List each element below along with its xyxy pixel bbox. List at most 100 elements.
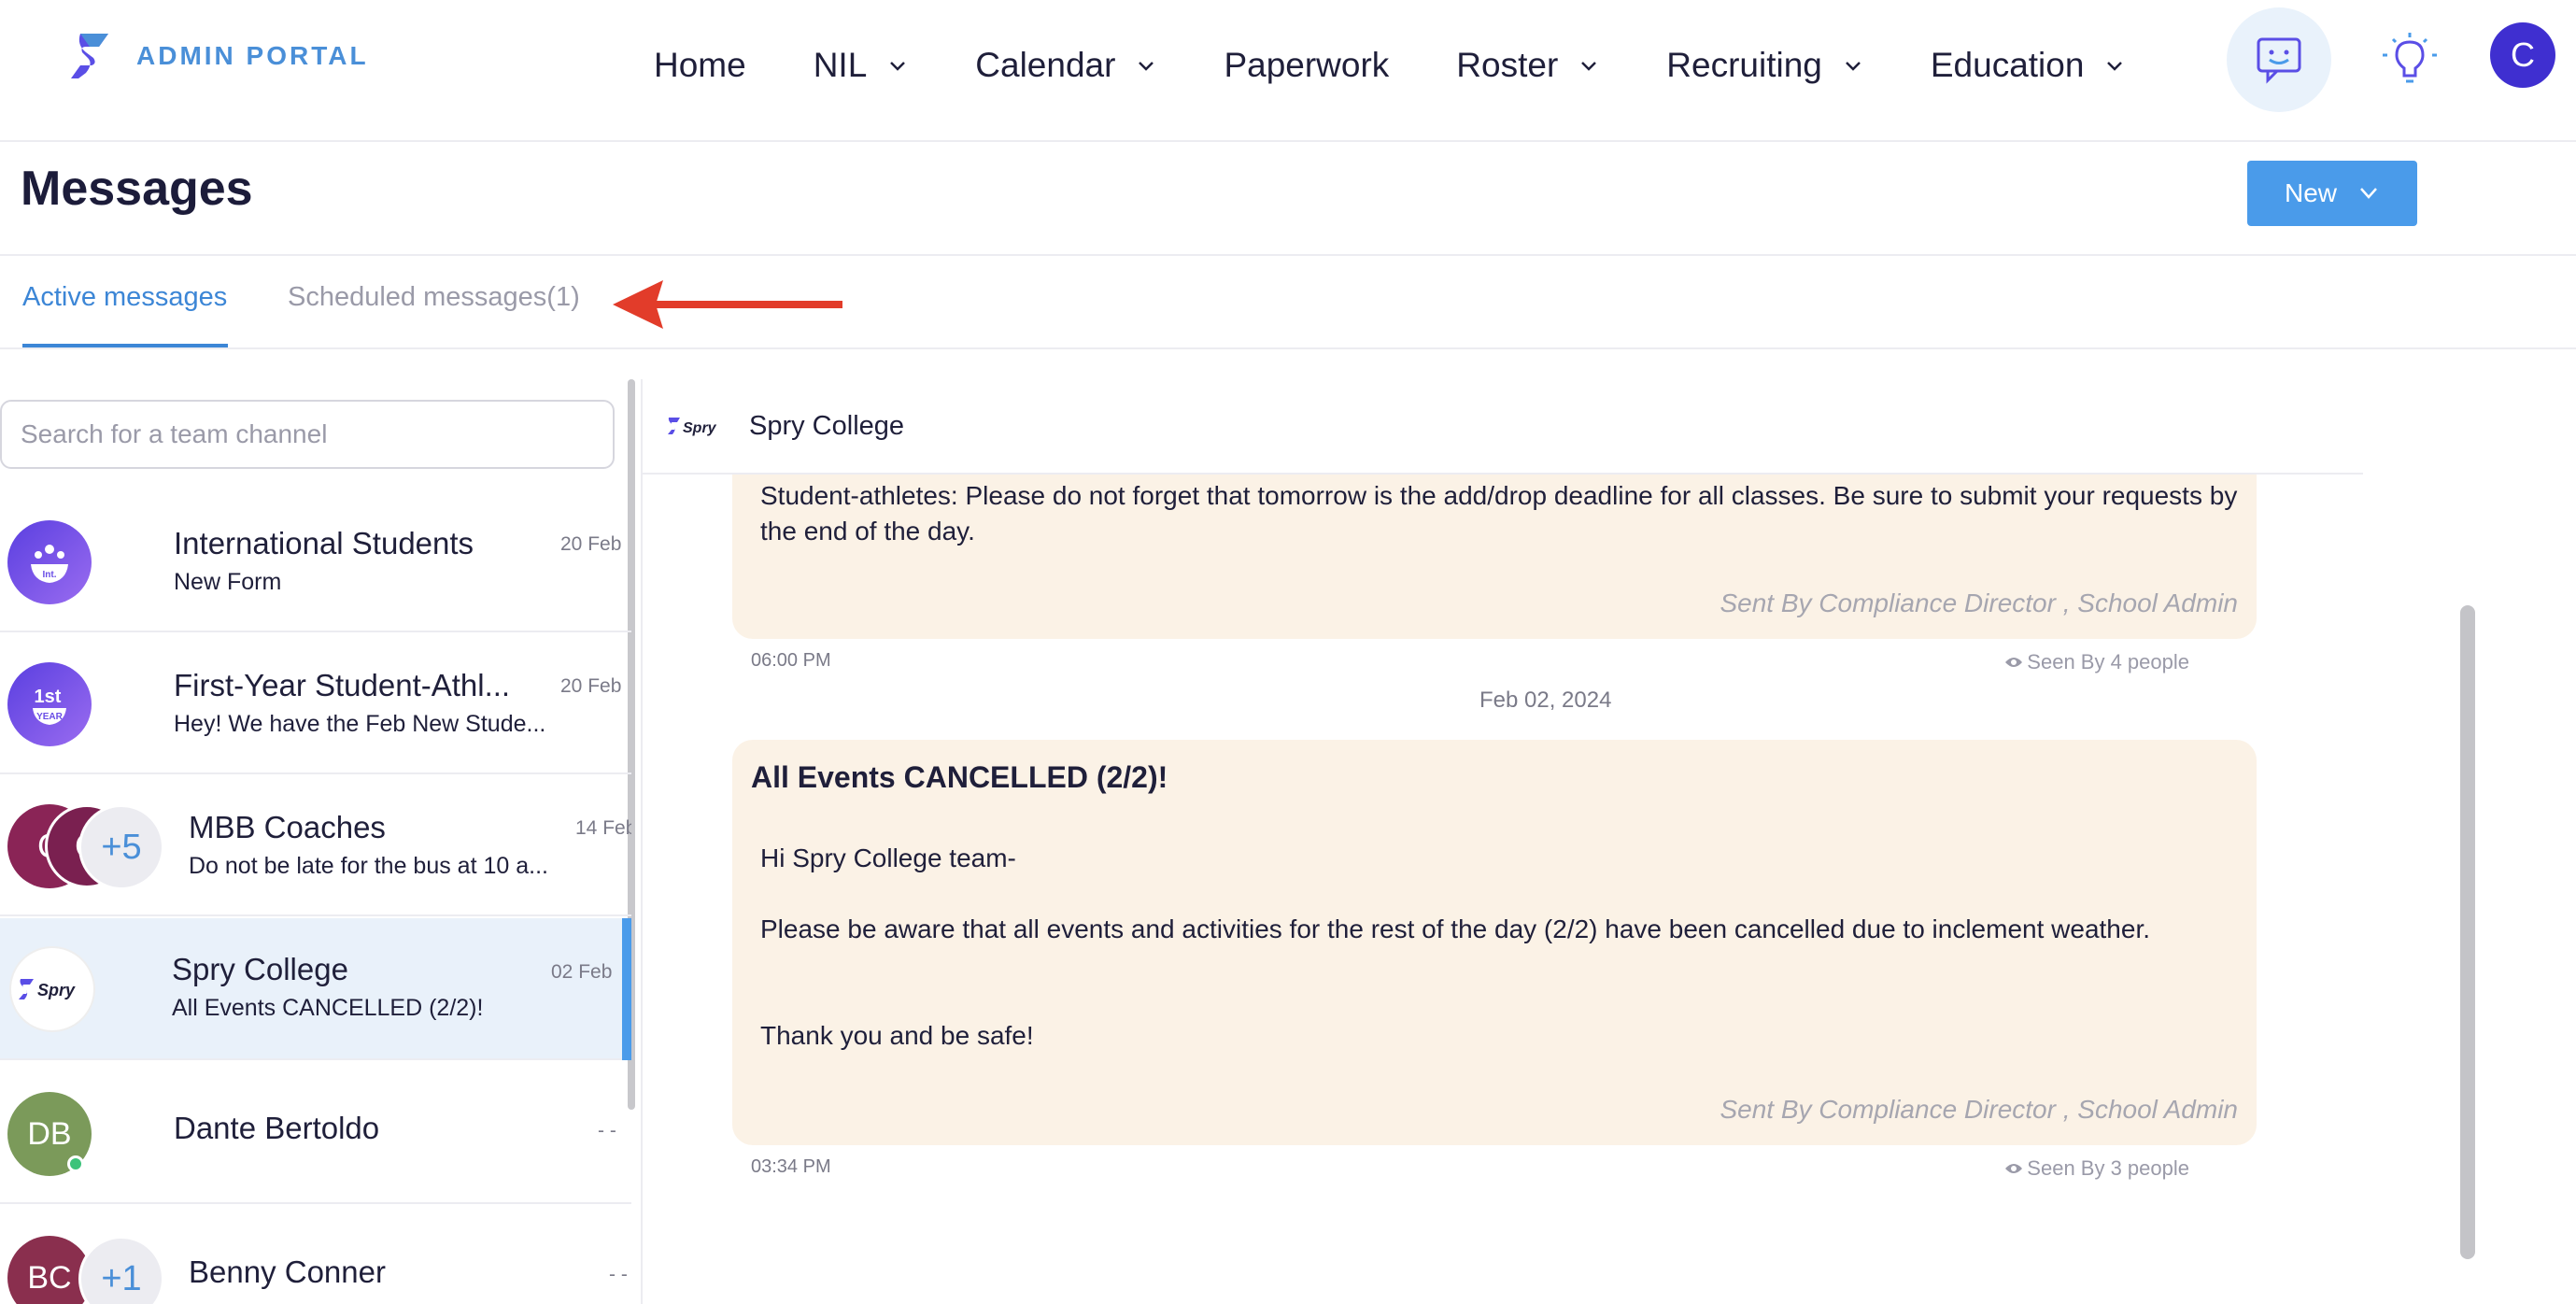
channel-icon-label-top: 1st (35, 687, 62, 707)
channel-preview: New Form (174, 569, 282, 595)
channel-name: International Students (174, 526, 474, 560)
channel-icon-label: Int. (43, 570, 57, 580)
channel-name: Benny Conner (189, 1254, 386, 1289)
channel-icon-label-bottom: YEAR (36, 712, 64, 722)
channel-date: 20 Feb (560, 533, 622, 555)
channel-date: 14 Feb (575, 817, 631, 839)
seen-by-text: Seen By 4 people (2027, 650, 2189, 673)
tab-active-messages[interactable]: Active messages (22, 282, 227, 313)
channel-date: 02 Feb (551, 961, 613, 983)
channel-item-spry-college[interactable]: Spry Spry College All Events CANCELLED (… (0, 918, 631, 1060)
nav-paperwork-label: Paperwork (1224, 46, 1390, 84)
user-avatar[interactable]: C (2490, 22, 2555, 88)
first-year-badge-icon: 1st YEAR (33, 687, 66, 725)
user-avatar-initials: DB (27, 1115, 72, 1152)
brand-logo[interactable]: ADMIN PORTAL (67, 32, 369, 80)
chat-bubble-icon (2257, 37, 2301, 84)
channel-name: First-Year Student-Athl... (174, 668, 511, 702)
channel-item-benny-conner[interactable]: BC +1 Benny Conner - - (0, 1206, 631, 1304)
channel-search-input[interactable] (0, 400, 615, 469)
message-title: All Events CANCELLED (2/2)! (751, 760, 1168, 794)
channel-avatar: 1st YEAR (7, 662, 92, 746)
nav-recruiting-label: Recruiting (1666, 46, 1822, 84)
sidebar-divider (641, 379, 643, 1304)
nav-calendar-label: Calendar (975, 46, 1116, 84)
chevron-down-icon (2107, 62, 2123, 71)
channel-preview: Do not be late for the bus at 10 a... (189, 853, 548, 879)
ideas-button[interactable] (2363, 19, 2456, 103)
extra-members-badge: +1 (78, 1236, 164, 1304)
message-seen-status: Seen By 4 people (2004, 650, 2189, 674)
nav-home[interactable]: Home (654, 46, 746, 85)
message-time: 03:34 PM (751, 1156, 831, 1177)
new-button-label: New (2284, 178, 2337, 207)
message-greeting: Hi Spry College team- (760, 843, 1016, 872)
extra-members-count: +5 (101, 827, 142, 867)
message-body: Please be aware that all events and acti… (760, 914, 2151, 943)
channel-date: - - (609, 1264, 628, 1285)
chevron-down-icon (1581, 62, 1597, 71)
nav-nil-label: NIL (813, 46, 868, 84)
message-sender: Sent By Compliance Director , School Adm… (1720, 1095, 2238, 1124)
conversation-title: Spry College (749, 411, 905, 441)
nav-home-label: Home (654, 46, 746, 84)
nav-roster[interactable]: Roster (1456, 46, 1599, 85)
message-body: Student-athletes: Please do not forget t… (760, 481, 2238, 546)
spry-logo-icon: Spry (19, 979, 76, 999)
chevron-down-icon (2360, 188, 2377, 199)
spry-logo-icon: Spry (668, 418, 717, 436)
message-bubble: All Events CANCELLED (2/2)! Hi Spry Coll… (732, 740, 2257, 1145)
channel-preview: Hey! We have the Feb New Stude... (174, 711, 546, 737)
channel-item-international-students[interactable]: Int. International Students New Form 20 … (0, 490, 631, 632)
channel-item-first-year[interactable]: 1st YEAR First-Year Student-Athl... Hey!… (0, 632, 631, 774)
nav-nil[interactable]: NIL (814, 46, 909, 85)
spry-logo-text: Spry (37, 981, 76, 999)
nav-education-label: Education (1930, 46, 2085, 84)
channel-name: Dante Bertoldo (174, 1111, 380, 1145)
nav-recruiting[interactable]: Recruiting (1666, 46, 1863, 85)
new-message-button[interactable]: New (2247, 161, 2417, 226)
channel-name: MBB Coaches (189, 810, 386, 844)
nav-roster-label: Roster (1456, 46, 1559, 84)
extra-members-count: +1 (101, 1258, 142, 1298)
lightbulb-icon (2383, 33, 2437, 83)
message-bubble: Student-athletes: Please do not forget t… (732, 475, 2257, 639)
red-arrow-annotation-icon (613, 280, 842, 329)
user-avatar-initial: C (2511, 35, 2535, 74)
channel-date: - - (598, 1120, 616, 1141)
channel-name: Spry College (172, 952, 348, 986)
channel-date: 20 Feb (560, 675, 622, 697)
chevron-down-icon (1845, 62, 1861, 71)
nav-paperwork[interactable]: Paperwork (1224, 46, 1389, 85)
conversation-logo-text: Spry (683, 420, 717, 436)
divider (0, 254, 2576, 256)
channel-item-dante-bertoldo[interactable]: DB Dante Bertoldo - - (0, 1062, 631, 1204)
message-time: 06:00 PM (751, 650, 831, 671)
page-title: Messages (21, 162, 253, 216)
user-avatar-initials: BC (27, 1259, 72, 1296)
online-status-dot (67, 1155, 84, 1172)
channel-item-mbb-coaches[interactable]: C C +5 MBB Coaches Do not be late for th… (0, 774, 631, 916)
brand-logo-icon (71, 34, 108, 78)
message-sender: Sent By Compliance Director , School Adm… (1720, 588, 2238, 617)
extra-members-badge: +5 (78, 804, 164, 890)
message-closing: Thank you and be safe! (760, 1021, 1034, 1050)
nav-education[interactable]: Education (1931, 46, 2126, 85)
channel-avatar: Int. (7, 520, 92, 604)
date-separator: Feb 02, 2024 (1479, 687, 1612, 713)
conversation-scrollbar[interactable] (2460, 605, 2475, 1259)
top-navigation: ADMIN PORTAL Home NIL Calendar Paperwork… (0, 0, 2576, 142)
eye-icon (2005, 658, 2023, 667)
messages-button[interactable] (2227, 7, 2331, 112)
chevron-down-icon (1139, 62, 1154, 71)
nav-calendar[interactable]: Calendar (975, 46, 1156, 85)
channel-preview: All Events CANCELLED (2/2)! (172, 995, 484, 1021)
divider (0, 347, 2576, 349)
globe-people-icon: Int. (31, 545, 68, 583)
chevron-down-icon (890, 62, 906, 71)
main-menu: Home NIL Calendar Paperwork Roster Recru… (654, 37, 2192, 93)
selected-indicator (622, 918, 631, 1060)
brand-name: ADMIN PORTAL (136, 41, 369, 70)
eye-icon (2005, 1164, 2023, 1173)
tab-scheduled-messages[interactable]: Scheduled messages(1) (288, 282, 580, 313)
